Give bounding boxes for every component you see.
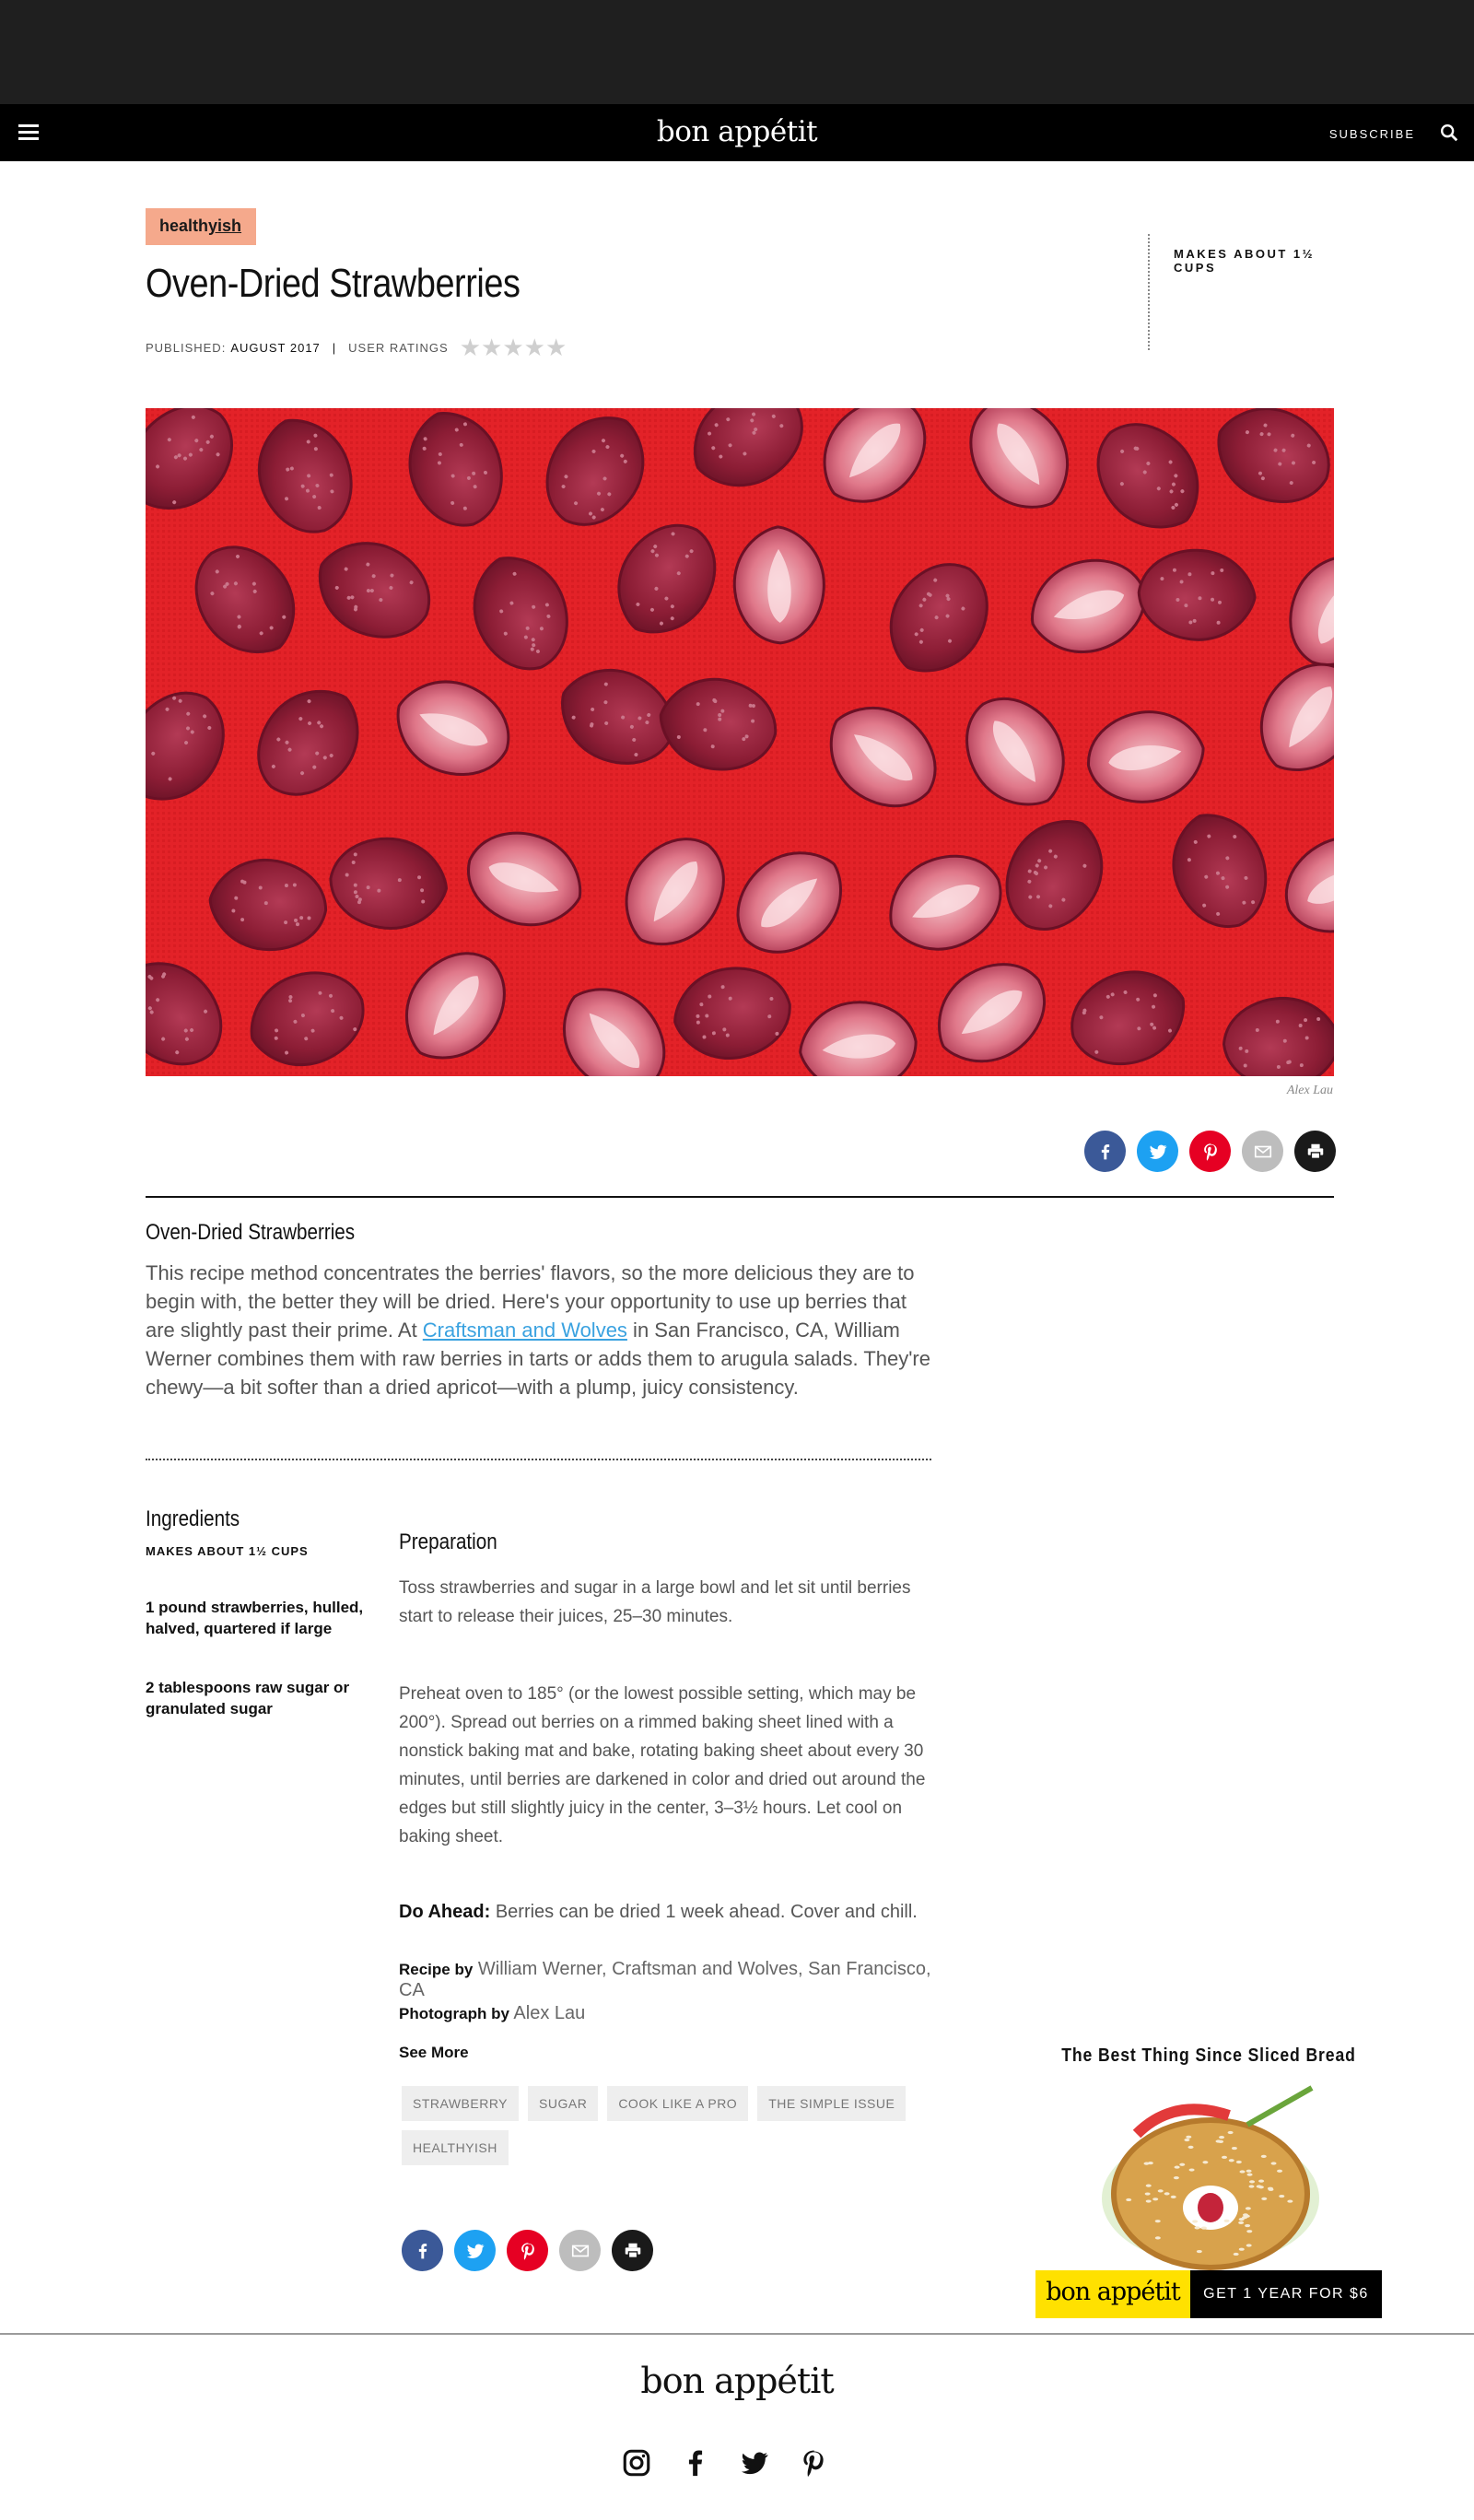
- search-icon[interactable]: [1439, 123, 1459, 143]
- preparation-step: Toss strawberries and sugar in a large b…: [399, 1578, 911, 1626]
- footer-divider: [0, 2333, 1474, 2335]
- print-icon[interactable]: [1294, 1131, 1336, 1172]
- meta-separator: |: [332, 341, 337, 355]
- print-icon[interactable]: [612, 2230, 653, 2271]
- share-bar-bottom: [402, 2230, 653, 2271]
- page-title: Oven-Dried Strawberries: [146, 261, 521, 306]
- strawberries-photo: [146, 408, 1334, 1076]
- twitter-icon[interactable]: [1137, 1131, 1178, 1172]
- photo-credit: Alex Lau: [1286, 1084, 1333, 1097]
- site-logo[interactable]: bon appétit: [0, 115, 1474, 148]
- footer-logo[interactable]: bon appétit: [0, 2361, 1474, 2401]
- preparation-step: Preheat oven to 185° (or the lowest poss…: [399, 1684, 926, 1846]
- ad-logo: bon appétit: [1035, 2270, 1190, 2318]
- pinterest-icon[interactable]: [798, 2447, 829, 2479]
- pinterest-icon[interactable]: [507, 2230, 548, 2271]
- intro-text: This recipe method concentrates the berr…: [146, 1261, 930, 1399]
- ingredients-heading: Ingredients: [146, 1506, 240, 1531]
- intro-divider: [146, 1459, 931, 1460]
- tag-list: STRAWBERRY SUGAR COOK LIKE A PRO THE SIM…: [402, 2086, 954, 2165]
- facebook-icon[interactable]: [680, 2447, 711, 2479]
- email-icon[interactable]: [1242, 1131, 1283, 1172]
- email-icon[interactable]: [559, 2230, 601, 2271]
- ad-cta-button[interactable]: GET 1 YEAR FOR $6: [1190, 2270, 1382, 2318]
- published-label: PUBLISHED:: [146, 341, 227, 355]
- do-ahead-note: Do Ahead: Berries can be dried 1 week ah…: [399, 1902, 918, 1922]
- ingredient-item: 1 pound strawberries, hulled, halved, qu…: [146, 1599, 364, 1637]
- ad-footer: bon appétit GET 1 YEAR FOR $6: [1035, 2270, 1382, 2318]
- intro-heading: Oven-Dried Strawberries: [146, 1220, 356, 1245]
- twitter-icon[interactable]: [739, 2447, 770, 2479]
- photo-by: Photograph by Alex Lau: [399, 2003, 586, 2023]
- section-divider: [146, 1196, 1334, 1198]
- footer-social-links: [621, 2447, 829, 2479]
- subscribe-link[interactable]: SUBSCRIBE: [1329, 127, 1415, 141]
- facebook-icon[interactable]: [1084, 1131, 1126, 1172]
- tag-cook-like-a-pro[interactable]: COOK LIKE A PRO: [607, 2086, 749, 2121]
- subscription-ad[interactable]: The Best Thing Since Sliced Bread bon ap…: [1035, 2033, 1382, 2318]
- ingredients-yield: MAKES ABOUT 1½ CUPS: [146, 1544, 309, 1558]
- recipe-meta: PUBLISHED: AUGUST 2017 | USER RATINGS ★★…: [146, 334, 567, 362]
- instagram-icon[interactable]: [621, 2447, 652, 2479]
- published-date: AUGUST 2017: [230, 341, 321, 355]
- hero-image: [146, 408, 1334, 1076]
- tag-healthyish[interactable]: HEALTHYISH: [402, 2130, 509, 2165]
- bagel-illustration: [1102, 2085, 1319, 2270]
- site-header: bon appétit SUBSCRIBE: [0, 104, 1474, 161]
- share-bar-top: [1084, 1131, 1336, 1172]
- preparation-heading: Preparation: [399, 1530, 497, 1554]
- twitter-icon[interactable]: [454, 2230, 496, 2271]
- tag-the-simple-issue[interactable]: THE SIMPLE ISSUE: [757, 2086, 907, 2121]
- ingredient-item: 2 tablespoons raw sugar or granulated su…: [146, 1679, 350, 1717]
- tag-strawberry[interactable]: STRAWBERRY: [402, 2086, 520, 2121]
- see-more-heading: See More: [399, 2044, 469, 2061]
- rating-stars[interactable]: ★★★★★: [460, 334, 567, 362]
- healthyish-badge[interactable]: healthyish: [146, 208, 256, 245]
- tag-sugar[interactable]: SUGAR: [528, 2086, 599, 2121]
- ratings-label: USER RATINGS: [348, 341, 449, 355]
- ad-headline: The Best Thing Since Sliced Bread: [1061, 2045, 1356, 2066]
- top-ad-banner: [0, 0, 1474, 104]
- recipe-by: Recipe by William Werner, Craftsman and …: [399, 1959, 931, 2000]
- pinterest-icon[interactable]: [1189, 1131, 1231, 1172]
- facebook-icon[interactable]: [402, 2230, 443, 2271]
- craftsman-and-wolves-link[interactable]: Craftsman and Wolves: [423, 1319, 627, 1342]
- yield-box: MAKES ABOUT 1½ CUPS: [1148, 234, 1332, 350]
